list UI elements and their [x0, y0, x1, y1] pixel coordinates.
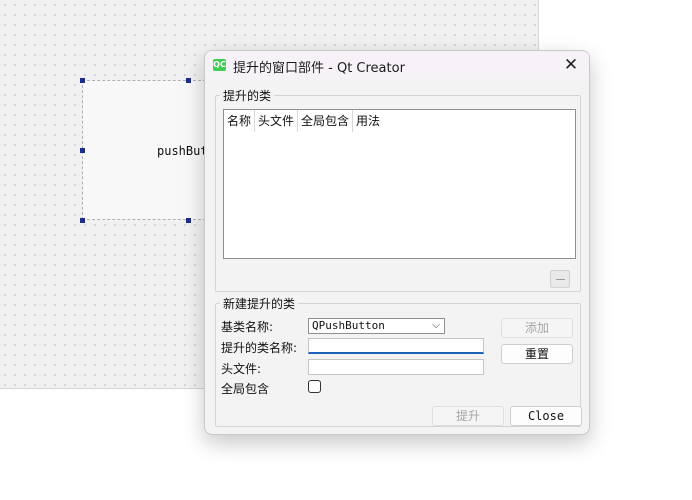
- header-file-input[interactable]: [308, 359, 484, 375]
- promoted-classes-table[interactable]: 名称 头文件 全局包含 用法: [223, 109, 576, 259]
- promoted-widgets-dialog: QC 提升的窗口部件 - Qt Creator ✕ 提升的类 名称 头文件 全局…: [204, 50, 590, 435]
- global-include-label: 全局包含: [221, 382, 270, 396]
- promoted-classes-group: 提升的类 名称 头文件 全局包含 用法: [215, 87, 581, 292]
- column-header-usage[interactable]: 用法: [353, 110, 383, 132]
- global-include-checkbox[interactable]: [308, 380, 321, 393]
- resize-handle-mid-left[interactable]: [80, 148, 85, 153]
- chevron-down-icon: ⌵: [432, 320, 440, 331]
- add-button[interactable]: 添加: [501, 318, 573, 338]
- resize-handle-bottom-mid[interactable]: [186, 218, 191, 223]
- close-icon[interactable]: ✕: [561, 55, 581, 75]
- dialog-title: 提升的窗口部件 - Qt Creator: [233, 61, 405, 76]
- promoted-class-name-input[interactable]: [308, 338, 484, 354]
- promoted-class-name-label: 提升的类名称:: [221, 341, 298, 355]
- header-file-label: 头文件:: [221, 362, 262, 376]
- table-header: 名称 头文件 全局包含 用法: [224, 110, 383, 132]
- resize-handle-top-left[interactable]: [80, 78, 85, 83]
- promote-button[interactable]: 提升: [432, 406, 504, 426]
- column-header-global-include[interactable]: 全局包含: [298, 110, 354, 132]
- base-class-combobox[interactable]: QPushButton ⌵: [308, 318, 445, 334]
- reset-button[interactable]: 重置: [501, 344, 573, 364]
- qt-creator-icon: QC: [213, 59, 226, 71]
- resize-handle-bottom-left[interactable]: [80, 218, 85, 223]
- column-header-name[interactable]: 名称: [224, 110, 256, 132]
- base-class-value: QPushButton: [312, 319, 385, 332]
- close-button[interactable]: Close: [510, 406, 582, 426]
- dialog-titlebar[interactable]: QC 提升的窗口部件 - Qt Creator ✕: [205, 51, 589, 79]
- resize-handle-top-mid[interactable]: [186, 78, 191, 83]
- base-class-label: 基类名称:: [221, 320, 274, 334]
- promoted-classes-group-title: 提升的类: [220, 87, 275, 104]
- new-promoted-class-group-title: 新建提升的类: [220, 295, 299, 312]
- remove-class-button[interactable]: [550, 270, 570, 288]
- column-header-header-file[interactable]: 头文件: [255, 110, 299, 132]
